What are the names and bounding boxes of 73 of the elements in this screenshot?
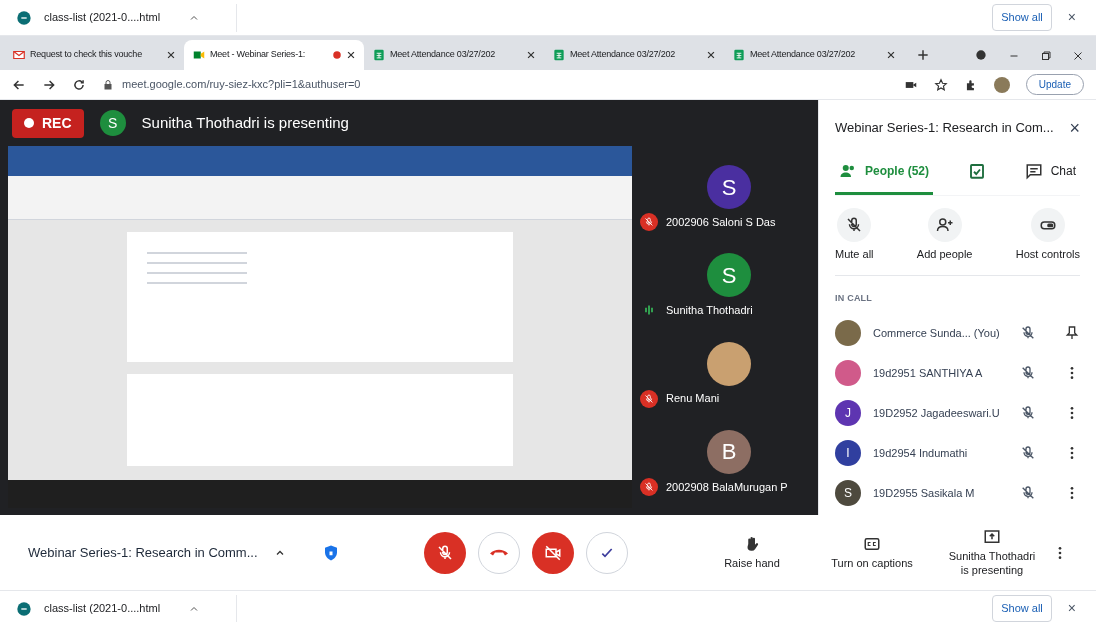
pin-icon[interactable] — [1064, 325, 1080, 341]
show-all-button[interactable]: Show all — [992, 4, 1052, 31]
participant-name: 2002906 Saloni S Das — [666, 214, 776, 230]
close-icon[interactable] — [706, 50, 716, 60]
file-icon — [16, 9, 32, 26]
close-icon[interactable] — [886, 50, 896, 60]
phone-hang-up-icon — [489, 549, 508, 556]
presenting-label: Sunitha Thothadri is presenting — [141, 112, 349, 133]
star-icon[interactable] — [933, 77, 948, 92]
mic-off-icon — [435, 543, 454, 562]
participant-name: 19d2951 SANTHIYA A — [873, 365, 984, 381]
close-button[interactable]: × — [1063, 7, 1080, 28]
tab-icon — [372, 48, 386, 62]
download-file-name[interactable]: class-list (2021-0....html — [44, 9, 161, 26]
camera-off-icon — [543, 543, 562, 562]
mic-off-icon[interactable] — [1020, 365, 1036, 381]
file-icon — [16, 600, 32, 617]
close-icon[interactable] — [166, 50, 176, 60]
avatar: B — [707, 429, 751, 474]
participant-name: 19D2952 Jagadeeswari.U — [873, 405, 1001, 421]
microphone-button[interactable] — [423, 531, 466, 574]
avatar[interactable] — [993, 76, 1010, 93]
tab-icon — [732, 48, 746, 62]
participant-name: Renu Mani — [666, 391, 720, 407]
show-all-button[interactable]: Show all — [992, 595, 1052, 622]
address-field[interactable]: meet.google.com/ruy-siez-kxc?pli=1&authuser=0 — [122, 76, 361, 93]
close-icon[interactable] — [346, 50, 356, 60]
section-heading: IN CALL — [835, 291, 874, 305]
meeting-control-button[interactable]: Raise hand — [704, 534, 800, 571]
add-icon — [935, 216, 954, 234]
present-icon — [983, 527, 1001, 546]
avatar: J — [835, 400, 861, 426]
avatar: I — [835, 440, 861, 466]
tab-icon — [552, 48, 566, 62]
avatar: S — [707, 165, 751, 210]
close-icon[interactable] — [526, 50, 536, 60]
participant-name: 19D2955 Sasikala M — [873, 485, 976, 501]
close-button[interactable]: × — [1063, 598, 1080, 619]
restore-icon[interactable] — [1040, 50, 1052, 62]
activities-icon — [967, 162, 986, 180]
meeting-control-button[interactable]: Turn on captions — [824, 534, 920, 571]
new-tab-icon[interactable] — [916, 48, 930, 62]
panel-tab[interactable]: Chat — [1020, 162, 1080, 195]
profile-icon[interactable] — [974, 48, 988, 62]
lock-icon — [102, 78, 114, 91]
panel-action-button[interactable]: Add people — [916, 208, 973, 263]
browser-tab[interactable]: Meet - Webinar Series-1: — [184, 40, 364, 70]
panel-action-button[interactable]: Host controls — [1015, 208, 1080, 263]
reload-icon[interactable] — [72, 77, 86, 92]
participant-name: 19d2954 Indumathi — [873, 445, 969, 461]
participant-name: Commerce Sunda... (You) — [873, 325, 1001, 341]
mic-off-icon[interactable] — [1020, 485, 1036, 501]
camera-button[interactable] — [531, 531, 574, 574]
meeting-control-button[interactable]: Sunitha Thothadri is presenting — [944, 527, 1040, 578]
close-icon[interactable] — [1072, 50, 1084, 62]
participant-name: Sunitha Thothadri — [666, 303, 753, 319]
mic-off-icon[interactable] — [1020, 325, 1036, 341]
recording-dot-icon — [332, 50, 342, 60]
avatar: S — [707, 253, 751, 298]
panel-tab[interactable]: People (52) — [835, 162, 934, 195]
mic-off-icon[interactable] — [1020, 445, 1036, 461]
avatar: S — [99, 110, 126, 136]
mic-off-icon[interactable] — [1020, 405, 1036, 421]
close-button[interactable]: × — [1069, 114, 1080, 142]
recording-badge: REC — [12, 108, 84, 138]
tab-icon — [12, 48, 26, 62]
meeting-title[interactable]: Webinar Series-1: Research in Comm... — [28, 542, 258, 563]
avatar: S — [835, 480, 861, 506]
download-file-name[interactable]: class-list (2021-0....html — [44, 600, 161, 617]
chat-icon — [1024, 162, 1043, 180]
participant-name: 2002908 BalaMurugan P — [666, 479, 788, 495]
panel-title: Webinar Series-1: Research in Com... — [835, 119, 1054, 138]
people-icon — [839, 162, 857, 180]
